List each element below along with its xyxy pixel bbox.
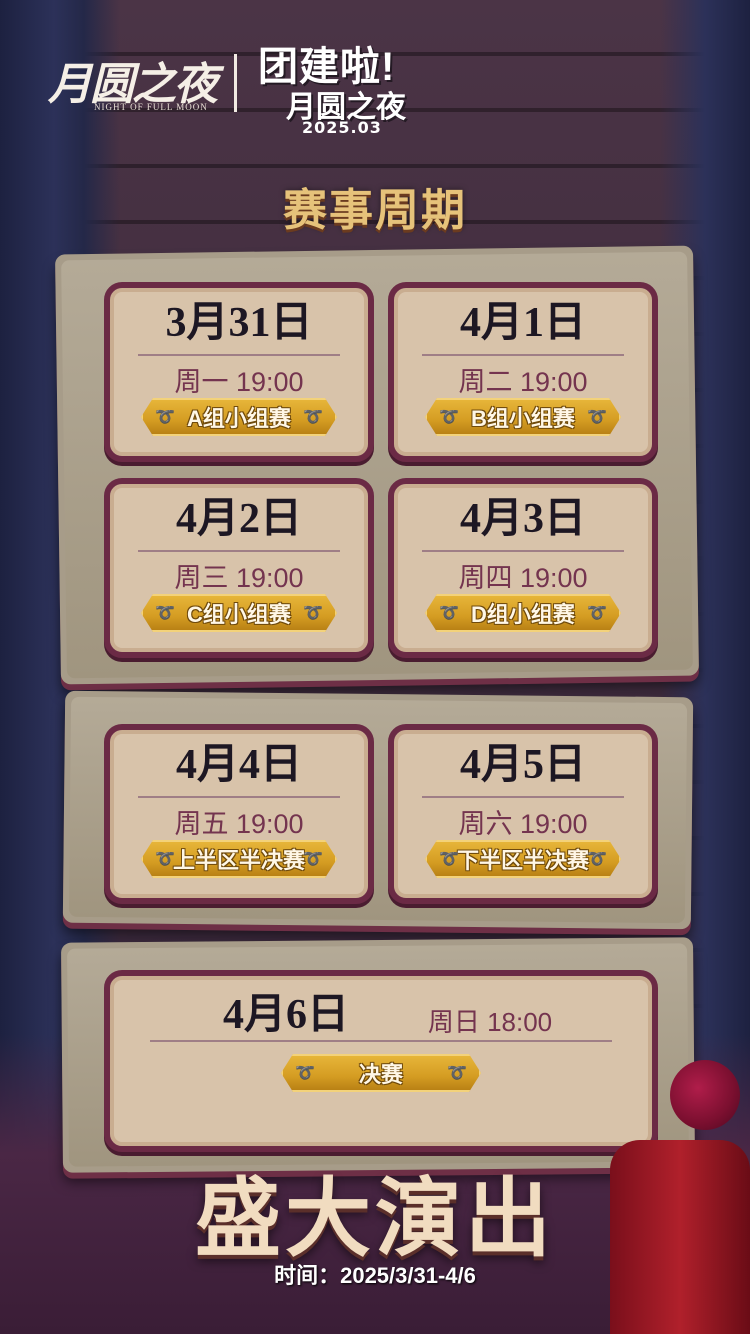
card-divider (138, 796, 340, 798)
swirl-icon: ➰ (587, 605, 607, 622)
swirl-icon: ➰ (439, 851, 459, 868)
section-title: 赛事周期 (283, 186, 467, 235)
schedule-card: 4月3日 周四 19:00 ➰ D组小组赛 ➰ (388, 478, 658, 658)
game-logo-subtitle: NIGHT OF FULL MOON (94, 102, 208, 112)
swirl-icon: ➰ (587, 851, 607, 868)
swirl-icon: ➰ (439, 605, 459, 622)
swirl-icon: ➰ (155, 851, 175, 868)
stage-badge: ➰ 决赛 ➰ (281, 1054, 481, 1092)
match-date: 4月4日 (175, 742, 302, 788)
match-date: 4月1日 (459, 300, 586, 346)
card-divider (422, 550, 624, 552)
stage-label: 下半区半决赛 (456, 848, 589, 873)
card-divider (422, 796, 624, 798)
stage-label: 决赛 (358, 1062, 403, 1087)
stage-label: 上半区半决赛 (172, 848, 305, 873)
match-time: 周二 19:00 (458, 367, 588, 397)
swirl-icon: ➰ (155, 409, 175, 426)
card-divider (138, 354, 340, 356)
match-date: 4月2日 (175, 496, 302, 542)
header: 月圆之夜 NIGHT OF FULL MOON 团建啦! 月圆之夜 2025.0… (40, 30, 460, 140)
match-time: 周五 19:00 (174, 809, 304, 839)
stage-label: C组小组赛 (187, 602, 291, 627)
match-date: 4月3日 (459, 496, 586, 542)
swirl-icon: ➰ (303, 409, 323, 426)
schedule-card: 4月2日 周三 19:00 ➰ C组小组赛 ➰ (104, 478, 374, 658)
event-date: 2025.03 (302, 118, 382, 137)
schedule-card: 4月4日 周五 19:00 ➰ 上半区半决赛 ➰ (104, 724, 374, 904)
stage-badge: ➰ 上半区半决赛 ➰ (141, 840, 337, 878)
rose-decoration (670, 1060, 740, 1130)
stage-label: B组小组赛 (471, 406, 575, 431)
stage-label: D组小组赛 (471, 602, 575, 627)
match-time: 周日 18:00 (427, 1007, 553, 1037)
swirl-icon: ➰ (439, 409, 459, 426)
card-divider (422, 354, 624, 356)
finale-headline: 盛大演出 (195, 1171, 555, 1267)
match-date: 3月31日 (165, 300, 313, 346)
stage-label: A组小组赛 (187, 406, 291, 431)
swirl-icon: ➰ (303, 605, 323, 622)
swirl-icon: ➰ (155, 605, 175, 622)
logo-divider (234, 54, 237, 112)
card-divider (138, 550, 340, 552)
stage-badge: ➰ 下半区半决赛 ➰ (425, 840, 621, 878)
swirl-icon: ➰ (295, 1065, 315, 1082)
swirl-icon: ➰ (303, 851, 323, 868)
match-time: 周六 19:00 (458, 809, 588, 839)
match-date: 4月5日 (459, 742, 586, 788)
card-divider (150, 1040, 612, 1042)
schedule-card: 4月5日 周六 19:00 ➰ 下半区半决赛 ➰ (388, 724, 658, 904)
schedule-card: 4月1日 周二 19:00 ➰ B组小组赛 ➰ (388, 282, 658, 462)
stage-badge: ➰ D组小组赛 ➰ (425, 594, 621, 632)
schedule-card: 3月31日 周一 19:00 ➰ A组小组赛 ➰ (104, 282, 374, 462)
stage-badge: ➰ C组小组赛 ➰ (141, 594, 337, 632)
match-time: 周三 19:00 (174, 563, 304, 593)
stage-badge: ➰ A组小组赛 ➰ (141, 398, 337, 436)
schedule-card-final: 4月6日 周日 18:00 ➰ 决赛 ➰ (104, 970, 658, 1152)
match-time: 周一 19:00 (174, 367, 304, 397)
event-period: 时间：2025/3/31-4/6 (274, 1263, 476, 1288)
swirl-icon: ➰ (587, 409, 607, 426)
stage-badge: ➰ B组小组赛 ➰ (425, 398, 621, 436)
match-time: 周四 19:00 (458, 563, 588, 593)
swirl-icon: ➰ (447, 1065, 467, 1082)
